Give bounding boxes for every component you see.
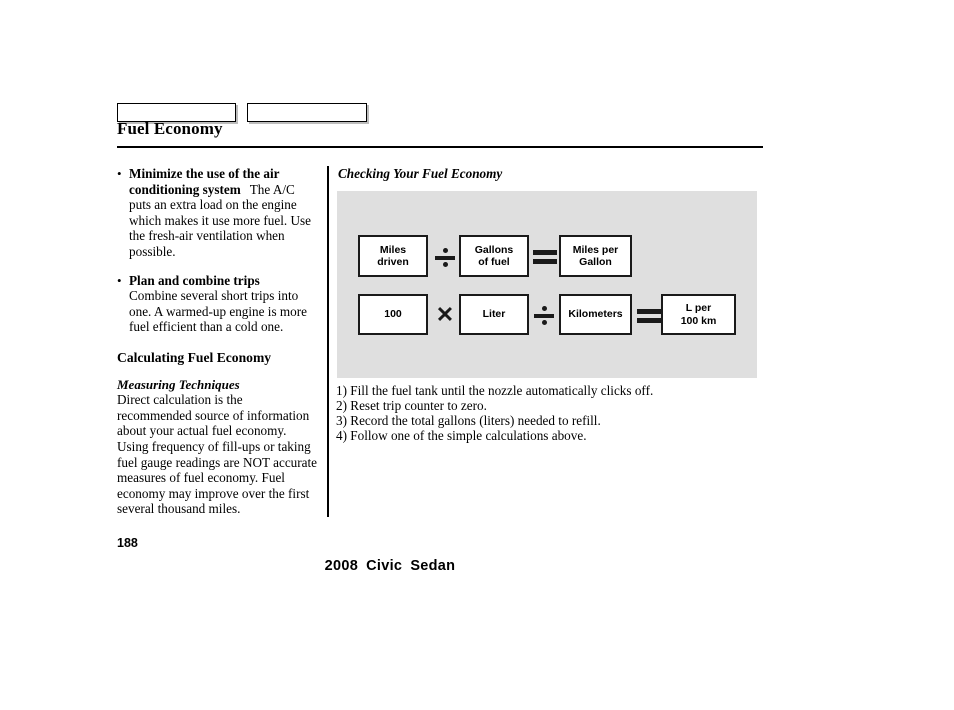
bullet-icon: • <box>117 272 122 288</box>
list-item: • Plan and combine trips Combine several … <box>117 273 319 335</box>
formula-box-line: Kilometers <box>568 308 623 321</box>
manual-page: Fuel Economy • Minimize the use of the a… <box>0 0 954 710</box>
footer-body-style: Sedan <box>410 558 456 574</box>
formula-box-line: of fuel <box>478 256 510 268</box>
fuel-economy-formula-diagram: Miles driven Gallons of fuel Miles per G… <box>337 191 757 378</box>
footer-year: 2008 <box>324 558 359 574</box>
title-divider <box>117 146 763 148</box>
document-footer: 2008 Civic Sedan <box>0 558 780 574</box>
list-item: • Minimize the use of the air conditioni… <box>117 166 319 260</box>
formula-box: Miles driven <box>358 235 428 277</box>
formula-box-line: Gallons <box>474 243 514 256</box>
subsection-body: Direct calculation is the recommended so… <box>117 392 318 517</box>
footer-model: Civic <box>366 558 403 574</box>
multiply-icon: ✕ <box>435 302 455 327</box>
list-item: 4) Follow one of the simple calculations… <box>336 427 587 443</box>
list-item: 2) Reset trip counter to zero. <box>336 397 487 413</box>
right-column: Checking Your Fuel Economy Miles driven … <box>337 166 762 378</box>
formula-box-line: L per <box>685 302 712 314</box>
list-item: 1) Fill the fuel tank until the nozzle a… <box>336 383 654 398</box>
bullet-icon: • <box>117 166 122 181</box>
formula-box-line: 100 <box>384 308 402 321</box>
subsection-heading: Measuring Techniques <box>117 376 240 392</box>
formula-box: Gallons of fuel <box>459 235 529 277</box>
list-item: 3) Record the total gallons (liters) nee… <box>336 412 601 428</box>
section-heading: Calculating Fuel Economy <box>117 349 272 365</box>
formula-box-line: Liter <box>482 308 506 321</box>
equals-icon <box>637 307 661 325</box>
equals-icon <box>533 248 557 266</box>
formula-box: L per 100 km <box>661 294 736 335</box>
formula-box-line: Miles per <box>572 243 619 256</box>
formula-box: 100 <box>358 294 428 335</box>
formula-box: Kilometers <box>559 294 632 335</box>
page-number: 188 <box>117 536 138 550</box>
formula-box: Miles per Gallon <box>559 235 632 277</box>
formula-box-line: 100 km <box>680 314 717 327</box>
bullet-lead-text: Plan and combine trips <box>129 272 260 288</box>
divide-icon <box>533 303 555 327</box>
page-title: Fuel Economy <box>117 119 223 138</box>
header-tab-2[interactable] <box>247 103 367 122</box>
steps-list: 1) Fill the fuel tank until the nozzle a… <box>336 383 736 444</box>
figure-caption: Checking Your Fuel Economy <box>338 166 503 181</box>
divide-icon <box>434 245 456 269</box>
left-column: • Minimize the use of the air conditioni… <box>117 166 319 517</box>
formula-box-line: Gallon <box>579 256 612 268</box>
formula-box-line: Miles <box>379 243 407 256</box>
bullet-body-text: Combine several short trips into one. A … <box>129 288 307 335</box>
formula-box-line: driven <box>377 256 409 268</box>
formula-box: Liter <box>459 294 529 335</box>
column-divider <box>327 166 329 517</box>
